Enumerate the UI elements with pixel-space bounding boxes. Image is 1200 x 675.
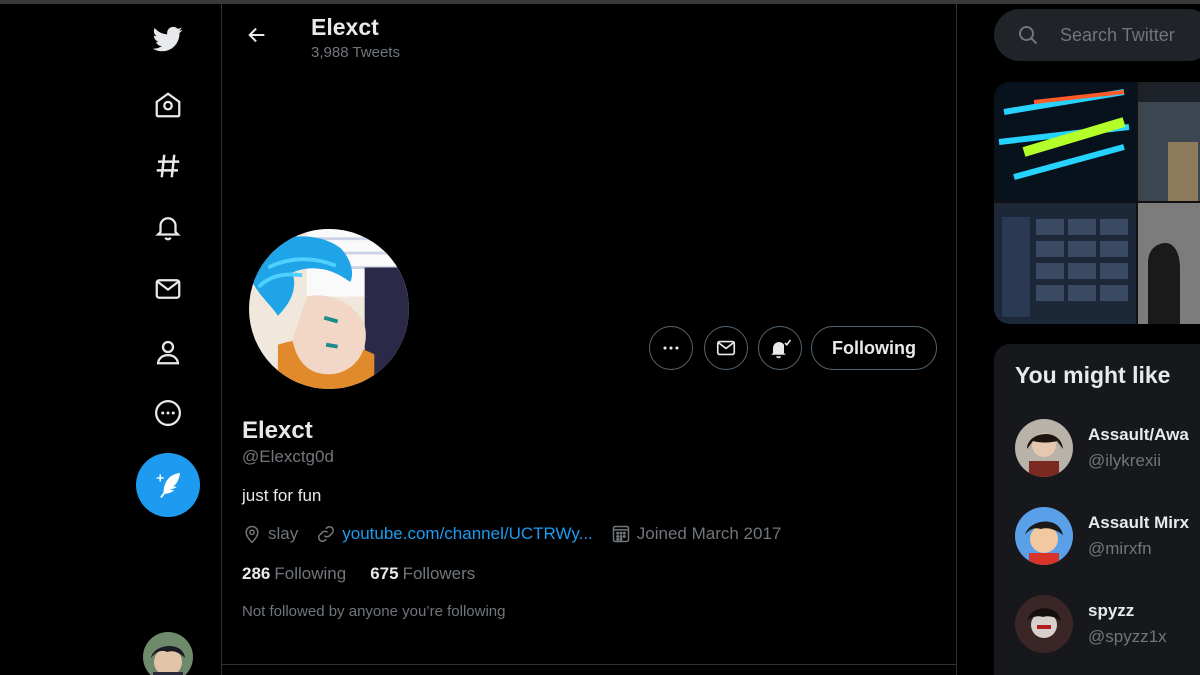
explore-hashtag-icon[interactable]: [147, 145, 189, 187]
following-count: 286: [242, 564, 271, 583]
profile-media-grid: [994, 82, 1200, 324]
more-circle-icon[interactable]: [147, 392, 189, 434]
who-to-follow-title: You might like: [1015, 362, 1171, 388]
profile-website: youtube.com/channel/UCTRWy...: [316, 524, 593, 544]
search-box[interactable]: Search Twitter: [994, 9, 1200, 61]
profile-location: slay: [242, 524, 298, 544]
media-thumbnail[interactable]: [994, 82, 1136, 201]
suggestion-name: Assault/Awa: [1088, 425, 1189, 444]
media-thumbnail[interactable]: [1138, 82, 1200, 201]
suggestion-handle: @ilykrexii: [1088, 451, 1161, 470]
suggestion-avatar: [1015, 595, 1073, 653]
more-dots-icon: [663, 346, 679, 350]
location-text: slay: [268, 524, 299, 543]
location-pin-icon: [245, 525, 259, 544]
profile-name: Elexct: [242, 417, 313, 444]
calendar-icon: [612, 525, 630, 543]
suggestion-name: spyzz: [1088, 601, 1135, 620]
twitter-logo-icon[interactable]: [147, 18, 189, 60]
following-button[interactable]: Following: [811, 326, 937, 370]
profile-meta-row: slay youtube.com/channel/UCTRWy... Joine…: [242, 524, 799, 544]
profile-stats: 286 Following 675 Followers: [242, 564, 499, 584]
header-profile-name: Elexct: [311, 14, 379, 40]
following-label: Following: [274, 564, 347, 583]
mail-icon: [716, 340, 736, 356]
suggestion-item[interactable]: Assault Mirx @mirxfn: [994, 507, 1200, 587]
messages-mail-icon[interactable]: [147, 268, 189, 310]
profile-person-icon[interactable]: [147, 331, 189, 373]
not-followed-note: Not followed by anyone you’re following: [242, 603, 506, 620]
profile-bio: just for fun: [242, 486, 322, 505]
back-arrow-button[interactable]: [242, 20, 272, 50]
suggestion-handle: @mirxfn: [1088, 539, 1152, 558]
left-sidebar-nav: [0, 4, 222, 675]
back-arrow-icon: [248, 27, 265, 43]
suggestion-handle: @spyzz1x: [1088, 627, 1167, 646]
compose-tweet-button[interactable]: [136, 453, 200, 517]
suggestion-avatar: [1015, 507, 1073, 565]
following-stat-link[interactable]: 286 Following: [242, 564, 346, 584]
message-button[interactable]: [704, 326, 748, 370]
suggestion-name: Assault Mirx: [1088, 513, 1190, 532]
followers-count: 675: [370, 564, 399, 583]
notifications-bell-icon[interactable]: [147, 206, 189, 248]
followers-label: Followers: [402, 564, 476, 583]
profile-handle: @Elexctg0d: [242, 447, 334, 466]
divider: [222, 664, 957, 665]
home-icon[interactable]: [147, 84, 189, 126]
media-thumbnail[interactable]: [994, 203, 1136, 324]
suggestion-avatar: [1015, 419, 1073, 477]
link-icon: [318, 525, 335, 543]
more-options-button[interactable]: [649, 326, 693, 370]
who-to-follow-panel: You might like Assault/Awa @ilykrexii As…: [994, 344, 1200, 675]
account-avatar[interactable]: [143, 632, 193, 675]
profile-avatar[interactable]: [246, 226, 412, 392]
website-link[interactable]: youtube.com/channel/UCTRWy...: [342, 524, 593, 544]
header-tweet-count: 3,988 Tweets: [311, 44, 400, 61]
profile-joined: Joined March 2017: [611, 524, 782, 544]
suggestion-item[interactable]: spyzz @spyzz1x: [994, 595, 1200, 675]
bell-checked-icon: [771, 339, 792, 359]
search-placeholder: Search Twitter: [1060, 24, 1175, 45]
notifications-subscribed-button[interactable]: [758, 326, 802, 370]
profile-main-column: Elexct 3,988 Tweets Following Elexct @El…: [222, 4, 957, 675]
compose-feather-icon: [156, 472, 181, 499]
media-thumbnail[interactable]: [1138, 203, 1200, 324]
search-icon: [1019, 26, 1038, 45]
suggestion-item[interactable]: Assault/Awa @ilykrexii: [994, 419, 1200, 499]
joined-text: Joined March 2017: [636, 524, 782, 543]
followers-stat-link[interactable]: 675 Followers: [370, 564, 475, 584]
